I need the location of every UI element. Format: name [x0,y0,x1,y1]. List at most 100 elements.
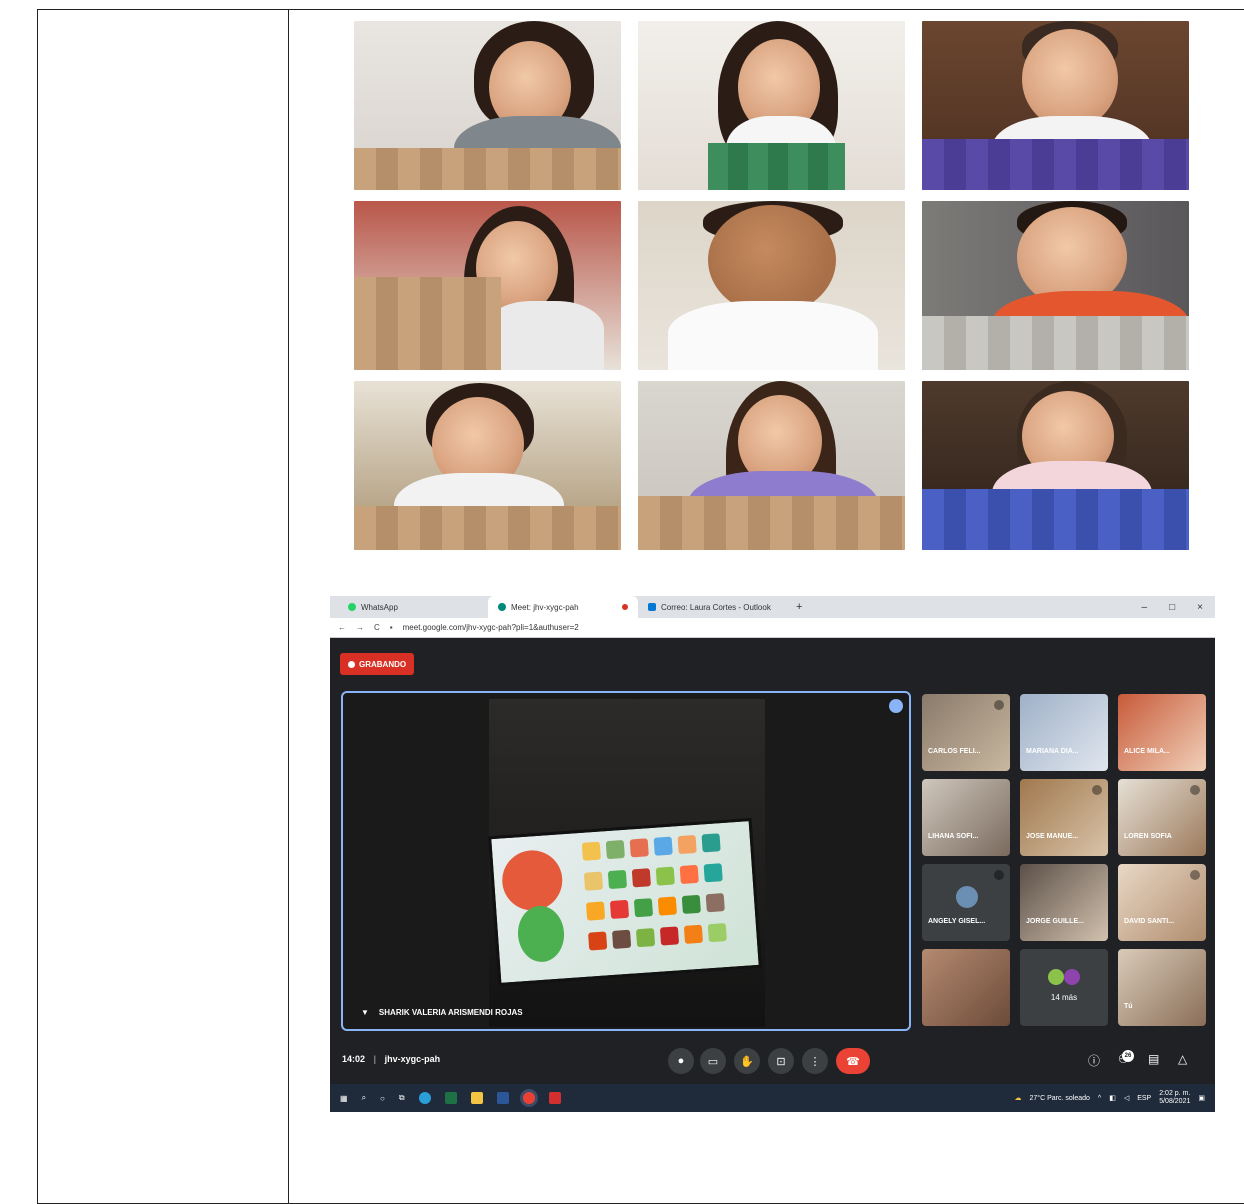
acrobat-icon[interactable] [548,1092,561,1104]
self-tile[interactable]: Tú [1118,949,1206,1026]
participant-tile[interactable]: LOREN SOFIA [1118,779,1206,856]
participant-tile[interactable] [922,949,1010,1026]
participant-tile[interactable]: JOSE MANUE... [1020,779,1108,856]
participants-count-badge: 26 [1122,1050,1134,1062]
meet-screenshot: WhatsApp Meet: jhv-xygc-pah Correo: Laur… [330,596,1215,1112]
chat-icon[interactable]: ▤ [1148,1052,1159,1066]
main-video-tile[interactable]: ▼ SHARIK VALERIA ARISMENDI ROJAS [341,691,911,1031]
participant-name: CARLOS FELI... [928,748,981,755]
microphone-icon: ● [677,1055,685,1067]
network-icon[interactable]: ◧ [1109,1094,1116,1102]
mic-muted-icon [994,870,1004,880]
clock-date: 5/08/2021 [1159,1098,1191,1105]
record-icon [348,660,355,668]
recording-dot-icon [622,604,628,610]
photo-child-4 [354,201,621,370]
reload-icon[interactable]: C [374,623,380,632]
photo-child-5 [638,201,905,370]
language-indicator[interactable]: ESP [1137,1095,1151,1102]
participant-tile[interactable]: LIHANA SOFI... [922,779,1010,856]
more-participants-label: 14 más [1050,993,1078,1002]
tab-label: Meet: jhv-xygc-pah [511,602,579,612]
more-options-button[interactable]: ⋮ [802,1048,828,1074]
chrome-icon[interactable] [522,1092,535,1104]
participant-tile[interactable]: MARIANA DIA... [1020,694,1108,771]
back-icon[interactable]: ← [338,623,346,632]
more-participants-tile[interactable]: 14 más [1020,949,1108,1026]
participants-icon[interactable]: ⚇26 [1118,1050,1134,1066]
participant-tile[interactable]: JORGE GUILLE... [1020,864,1108,941]
present-button[interactable]: ⊡ [768,1048,794,1074]
info-icon[interactable]: ⓘ [1088,1052,1100,1069]
meeting-code: jhv-xygc-pah [384,1054,441,1064]
system-tray: ☁ 27°C Parc. soleado ^ ◧ ◁ ESP 2:02 p. m… [1015,1090,1216,1105]
participant-name: JOSE MANUE... [1026,833,1079,840]
windows-taskbar: ▦ ⌕ ○ ⧉ ☁ 27°C Parc. soleado ^ ◧ ◁ ESP 2… [330,1084,1215,1112]
hangup-icon: ☎ [846,1055,860,1068]
avatar [956,886,978,908]
file-explorer-icon[interactable] [470,1092,483,1104]
meet-control-bar: 14:02 | jhv-xygc-pah ● ▭ ✋ ⊡ ⋮ ☎ ⓘ ⚇26 ▤… [330,1040,1215,1080]
close-icon[interactable]: × [1197,602,1203,613]
mic-muted-icon [1190,870,1200,880]
weather-text[interactable]: 27°C Parc. soleado [1030,1095,1090,1102]
outlook-icon [648,603,656,611]
cortana-icon[interactable]: ○ [380,1094,385,1103]
meet-window: GRABANDO ▼ SHARIK VALERIA ARISMENDI ROJA… [330,638,1215,1084]
chevron-up-icon[interactable]: ^ [1098,1095,1101,1102]
participant-name: Tú [1124,1003,1133,1010]
tab-label: WhatsApp [361,602,398,612]
participant-grid: CARLOS FELI... MARIANA DIA... ALICE MILA… [922,694,1208,1028]
more-vert-icon: ⋮ [809,1055,821,1068]
search-icon[interactable]: ⌕ [362,1093,366,1103]
presenter-poster [488,817,762,987]
meeting-time: 14:02 [342,1054,366,1064]
raise-hand-button[interactable]: ✋ [734,1048,760,1074]
activities-icon[interactable]: △ [1178,1052,1187,1066]
camera-icon: ▭ [707,1055,719,1068]
whatsapp-icon [348,603,356,611]
microphone-button[interactable]: ● [668,1048,694,1074]
avatar [1064,969,1080,985]
participant-name: JORGE GUILLE... [1026,918,1084,925]
task-view-icon[interactable]: ⧉ [399,1093,405,1103]
clock-time: 2:02 p. m. [1159,1090,1191,1098]
participant-tile[interactable]: DAVID SANTI... [1118,864,1206,941]
hand-icon: ✋ [740,1055,754,1068]
excel-icon[interactable] [444,1092,457,1104]
photo-child-9 [922,381,1189,550]
participant-tile[interactable]: ALICE MILA... [1118,694,1206,771]
avatar [1048,969,1064,985]
participant-tile[interactable]: CARLOS FELI... [922,694,1010,771]
url-input[interactable]: meet.google.com/jhv-xygc-pah?pli=1&authu… [403,623,579,632]
forward-icon[interactable]: → [356,623,364,632]
windows-start-icon[interactable]: ▦ [340,1094,348,1103]
notifications-icon[interactable]: ▣ [1198,1094,1205,1102]
clock[interactable]: 2:02 p. m. 5/08/2021 [1159,1090,1190,1105]
browser-tab-meet[interactable]: Meet: jhv-xygc-pah [488,596,638,618]
browser-tab-outlook[interactable]: Correo: Laura Cortes - Outlook [638,596,788,618]
new-tab-icon[interactable]: + [788,601,810,613]
pin-icon: ▼ [361,1008,369,1017]
participant-name: ANGELY GISEL... [928,918,986,925]
camera-button[interactable]: ▭ [700,1048,726,1074]
pin-icon[interactable] [889,699,903,713]
browser-tab-whatsapp[interactable]: WhatsApp [338,596,488,618]
edge-icon[interactable] [418,1092,431,1104]
mic-muted-icon [1190,785,1200,795]
participant-tile[interactable]: ANGELY GISEL... [922,864,1010,941]
meet-icon [498,603,506,611]
participant-name: ALICE MILA... [1124,748,1170,755]
minimize-icon[interactable]: – [1142,602,1148,613]
participant-name: LIHANA SOFI... [928,833,979,840]
word-icon[interactable] [496,1092,509,1104]
leave-call-button[interactable]: ☎ [836,1048,870,1074]
maximize-icon[interactable]: □ [1169,602,1175,613]
photo-child-8 [638,381,905,550]
weather-icon: ☁ [1014,1095,1022,1102]
photo-collage [354,21,1190,551]
photo-child-7 [354,381,621,550]
volume-icon[interactable]: ◁ [1124,1094,1129,1102]
participant-name: LOREN SOFIA [1124,833,1172,840]
browser-tab-bar: WhatsApp Meet: jhv-xygc-pah Correo: Laur… [330,596,1215,618]
